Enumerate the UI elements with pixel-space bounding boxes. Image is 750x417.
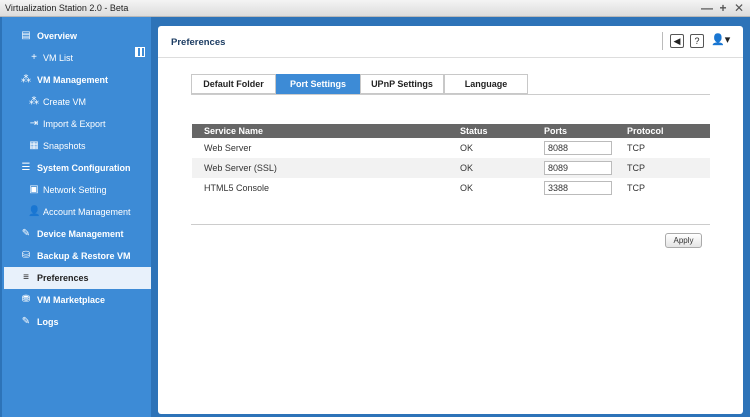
- service-name: Web Server (SSL): [204, 163, 277, 173]
- service-name: Web Server: [204, 143, 252, 153]
- create-vm-icon: ⁂: [29, 96, 39, 107]
- sidebar-item-label: Logs: [37, 317, 59, 327]
- service-name: HTML5 Console: [204, 183, 270, 193]
- apply-button[interactable]: Apply: [665, 233, 702, 248]
- sidebar-item-device-management[interactable]: ✎ Device Management: [4, 223, 153, 245]
- sidebar-item-overview[interactable]: ▤ Overview: [4, 25, 153, 47]
- import-export-icon: ⇥: [29, 118, 39, 129]
- sidebar-item-label: Preferences: [37, 273, 89, 283]
- sidebar-item-label: VM Management: [37, 75, 109, 85]
- table-row: Web Server OK TCP: [192, 138, 710, 158]
- sidebar-item-label: Network Setting: [43, 185, 107, 195]
- sidebar-item-label: Account Management: [43, 207, 131, 217]
- sidebar-item-label: System Configuration: [37, 163, 131, 173]
- sidebar-item-vm-management[interactable]: ⁂ VM Management: [4, 69, 153, 91]
- service-status: OK: [460, 143, 474, 153]
- help-icon[interactable]: ?: [690, 34, 704, 48]
- snapshots-icon: ▦: [29, 140, 39, 151]
- service-status: OK: [460, 163, 474, 173]
- port-input[interactable]: [544, 161, 612, 175]
- speaker-icon[interactable]: ◀: [670, 34, 684, 48]
- sidebar-item-account-management[interactable]: 👤 Account Management: [4, 201, 153, 223]
- sidebar-item-vm-marketplace[interactable]: ⛃ VM Marketplace: [4, 289, 153, 311]
- close-icon[interactable]: ✕: [732, 1, 746, 15]
- sidebar-item-logs[interactable]: ✎ Logs: [4, 311, 153, 333]
- vm-management-icon: ⁂: [21, 74, 31, 85]
- service-protocol: TCP: [627, 143, 645, 153]
- sidebar-item-backup-restore[interactable]: ⛁ Backup & Restore VM: [4, 245, 153, 267]
- backup-icon: ⛁: [21, 250, 31, 261]
- sidebar-item-label: Snapshots: [43, 141, 86, 151]
- service-protocol: TCP: [627, 183, 645, 193]
- sidebar-item-vm-list[interactable]: + VM List: [4, 47, 153, 69]
- panel-header: Preferences ◀ ? 👤▾: [158, 26, 743, 58]
- table-row: HTML5 Console OK TCP: [192, 178, 710, 198]
- sidebar-item-import-export[interactable]: ⇥ Import & Export: [4, 113, 153, 135]
- tab-underline: [191, 94, 710, 95]
- tab-upnp-settings[interactable]: UPnP Settings: [360, 74, 444, 94]
- sidebar-item-label: VM Marketplace: [37, 295, 106, 305]
- title-bar: Virtualization Station 2.0 - Beta — + ✕: [0, 0, 750, 17]
- preferences-panel: Preferences ◀ ? 👤▾ Default Folder Port S…: [158, 26, 743, 414]
- marketplace-icon: ⛃: [21, 294, 31, 305]
- minimize-icon[interactable]: —: [700, 1, 714, 15]
- sidebar-item-snapshots[interactable]: ▦ Snapshots: [4, 135, 153, 157]
- system-config-icon: ☰: [21, 162, 31, 173]
- sidebar-item-label: Device Management: [37, 229, 124, 239]
- sidebar-item-network-setting[interactable]: ▣ Network Setting: [4, 179, 153, 201]
- device-icon: ✎: [21, 228, 31, 239]
- sidebar-item-label: Overview: [37, 31, 78, 41]
- user-menu-icon[interactable]: 👤▾: [711, 33, 730, 46]
- preferences-icon: ≡: [23, 272, 29, 283]
- column-header: Service Name: [204, 126, 264, 136]
- network-icon: ▣: [29, 184, 39, 195]
- divider: [191, 224, 710, 225]
- account-icon: 👤: [28, 206, 41, 217]
- logs-icon: ✎: [21, 316, 31, 327]
- maximize-icon[interactable]: +: [716, 1, 730, 15]
- service-protocol: TCP: [627, 163, 645, 173]
- table-row: Web Server (SSL) OK TCP: [192, 158, 710, 178]
- column-header: Status: [460, 126, 488, 136]
- sidebar: ▤ Overview + VM List ⁂ VM Management ⁂ C…: [0, 17, 153, 417]
- sidebar-item-create-vm[interactable]: ⁂ Create VM: [4, 91, 153, 113]
- overview-icon: ▤: [21, 30, 31, 41]
- sidebar-item-label: Backup & Restore VM: [37, 251, 131, 261]
- header-divider: [662, 32, 663, 50]
- page-title: Preferences: [171, 37, 226, 48]
- tab-default-folder[interactable]: Default Folder: [191, 74, 276, 94]
- plus-icon: +: [31, 52, 37, 63]
- tab-language[interactable]: Language: [444, 74, 528, 94]
- table-header: Service Name Status Ports Protocol: [192, 124, 710, 138]
- sidebar-item-label: Create VM: [43, 97, 87, 107]
- column-header: Ports: [544, 126, 568, 136]
- service-status: OK: [460, 183, 474, 193]
- port-input[interactable]: [544, 181, 612, 195]
- window-title: Virtualization Station 2.0 - Beta: [5, 3, 129, 13]
- sidebar-item-label: Import & Export: [43, 119, 106, 129]
- sidebar-item-preferences[interactable]: ≡ Preferences: [4, 267, 153, 289]
- sidebar-item-system-configuration[interactable]: ☰ System Configuration: [4, 157, 153, 179]
- sidebar-item-label: VM List: [43, 53, 74, 63]
- tab-port-settings[interactable]: Port Settings: [276, 74, 360, 94]
- column-header: Protocol: [627, 126, 664, 136]
- port-input[interactable]: [544, 141, 612, 155]
